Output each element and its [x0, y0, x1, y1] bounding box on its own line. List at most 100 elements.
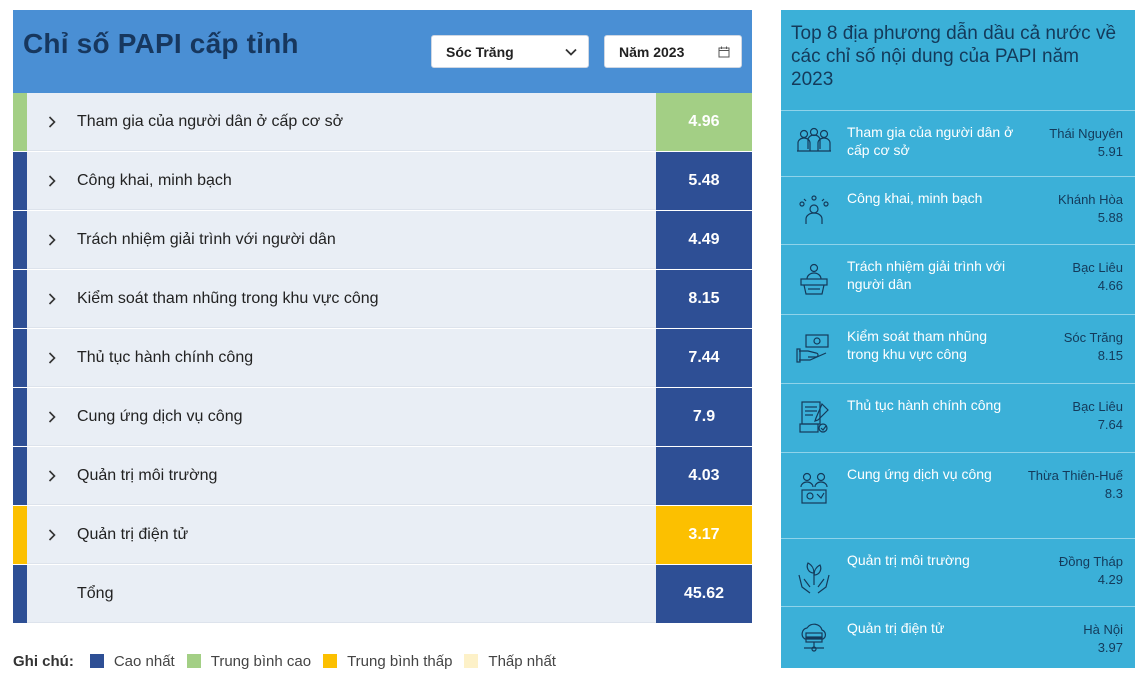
page-title: Chỉ số PAPI cấp tỉnh [23, 28, 299, 59]
top8-item-name: Quản trị điện tử [847, 620, 945, 636]
top8-item-score: 3.97 [1097, 640, 1123, 655]
chevron-right-icon[interactable] [27, 528, 77, 541]
level-stripe [13, 447, 27, 505]
level-stripe [13, 329, 27, 387]
top8-item-province: Đồng Tháp [1058, 554, 1123, 569]
indicator-label: Thủ tục hành chính công [77, 348, 254, 366]
indicator-label: Cung ứng dịch vụ công [77, 407, 243, 425]
indicator-row[interactable]: Quản trị môi trường 4.03 [13, 447, 752, 506]
people-group-icon [781, 111, 847, 176]
top8-item-province: Khánh Hòa [1057, 192, 1123, 207]
service-people-icon [781, 453, 847, 538]
level-stripe [13, 388, 27, 446]
top8-item-score: 4.66 [1097, 278, 1123, 293]
top8-item-name: Công khai, minh bạch [847, 190, 983, 206]
indicator-label: Tham gia của người dân ở cấp cơ sở [77, 112, 344, 130]
top8-item-name: Kiểm soát tham nhũng trong khu vực công [847, 328, 988, 362]
top8-item-province: Sóc Trăng [1063, 330, 1123, 345]
top8-item-score: 4.29 [1097, 572, 1123, 587]
year-picker-value: Năm 2023 [619, 43, 685, 60]
chevron-right-icon[interactable] [27, 233, 77, 246]
chevron-right-icon[interactable] [27, 469, 77, 482]
legend-item-upper-average: Trung bình cao [186, 653, 311, 670]
calendar-icon [717, 45, 731, 59]
legend-item-lowest: Thấp nhất [464, 653, 556, 670]
total-row: Tổng 45.62 [13, 565, 752, 624]
chevron-right-icon[interactable] [27, 115, 77, 128]
top8-item-province: Bạc Liêu [1072, 260, 1123, 275]
top8-item-province: Bạc Liêu [1072, 399, 1123, 414]
top8-item-score: 5.88 [1097, 210, 1123, 225]
indicator-label: Kiểm soát tham nhũng trong khu vực công [77, 289, 379, 307]
indicator-label: Trách nhiệm giải trình với người dân [77, 230, 336, 248]
indicator-score: 5.48 [656, 152, 752, 210]
indicator-table: Tham gia của người dân ở cấp cơ sở 4.96 … [13, 93, 752, 624]
top8-item-score: 8.15 [1097, 348, 1123, 363]
level-stripe [13, 565, 27, 623]
top8-item: Quản trị điện tử Hà Nội 3.97 [781, 607, 1135, 668]
top8-item: Tham gia của người dân ở cấp cơ sở Thái … [781, 111, 1135, 177]
indicator-label: Quản trị điện tử [77, 525, 189, 543]
panel-header: Chỉ số PAPI cấp tỉnh Sóc Trăng Năm 2023 [13, 10, 752, 93]
indicator-row[interactable]: Công khai, minh bạch 5.48 [13, 152, 752, 211]
top8-item: Công khai, minh bạch Khánh Hòa 5.88 [781, 177, 1135, 245]
indicator-row[interactable]: Kiểm soát tham nhũng trong khu vực công … [13, 270, 752, 329]
total-label: Tổng [77, 584, 114, 602]
top8-title: Top 8 địa phương dẫn dầu cả nước về các … [791, 23, 1117, 90]
indicator-score: 4.49 [656, 211, 752, 269]
indicator-score: 3.17 [656, 506, 752, 564]
legend-item-lower-average: Trung bình thấp [323, 653, 452, 670]
indicator-row[interactable]: Quản trị điện tử 3.17 [13, 506, 752, 565]
hand-money-icon [781, 315, 847, 383]
hands-plant-icon [781, 539, 847, 606]
indicator-score: 8.15 [656, 270, 752, 328]
total-score: 45.62 [656, 565, 752, 623]
top8-item: Trách nhiệm giải trình với người dân Bạc… [781, 245, 1135, 315]
chevron-down-icon [564, 45, 578, 59]
top8-item: Kiểm soát tham nhũng trong khu vực công … [781, 315, 1135, 384]
indicator-score: 4.96 [656, 93, 752, 151]
legend-swatch [186, 654, 201, 668]
document-check-icon [781, 384, 847, 452]
indicator-row[interactable]: Tham gia của người dân ở cấp cơ sở 4.96 [13, 93, 752, 152]
indicator-row[interactable]: Thủ tục hành chính công 7.44 [13, 329, 752, 388]
indicator-label: Quản trị môi trường [77, 466, 218, 484]
province-select[interactable]: Sóc Trăng [431, 35, 589, 68]
top8-item-province: Hà Nội [1083, 622, 1123, 637]
top8-item-score: 5.91 [1097, 144, 1123, 159]
legend-swatch [323, 654, 338, 668]
top8-item-province: Thái Nguyên [1049, 126, 1123, 141]
legend-swatch [464, 654, 479, 668]
year-picker[interactable]: Năm 2023 [604, 35, 742, 68]
cloud-server-icon [781, 607, 847, 668]
indicator-label: Công khai, minh bạch [77, 171, 232, 189]
top8-list: Tham gia của người dân ở cấp cơ sở Thái … [781, 110, 1135, 668]
top8-item-name: Cung ứng dịch vụ công [847, 466, 992, 482]
indicator-row[interactable]: Cung ứng dịch vụ công 7.9 [13, 388, 752, 447]
top8-item: Quản trị môi trường Đồng Tháp 4.29 [781, 539, 1135, 607]
top8-item-score: 8.3 [1104, 486, 1123, 501]
top8-item-name: Tham gia của người dân ở cấp cơ sở [847, 124, 1014, 158]
top8-item-name: Quản trị môi trường [847, 552, 970, 568]
indicator-score: 7.9 [656, 388, 752, 446]
speaker-idea-icon [781, 177, 847, 244]
top8-item-name: Thủ tục hành chính công [847, 397, 1002, 413]
top8-panel: Top 8 địa phương dẫn dầu cả nước về các … [781, 10, 1135, 668]
chevron-right-icon[interactable] [27, 292, 77, 305]
chevron-right-icon[interactable] [27, 351, 77, 364]
chevron-right-icon[interactable] [27, 174, 77, 187]
chevron-right-icon[interactable] [27, 410, 77, 423]
podium-speaker-icon [781, 245, 847, 314]
indicator-row[interactable]: Trách nhiệm giải trình với người dân 4.4… [13, 211, 752, 270]
level-stripe [13, 211, 27, 269]
indicator-score: 4.03 [656, 447, 752, 505]
level-stripe [13, 270, 27, 328]
top8-item-province: Thừa Thiên-Huế [1027, 468, 1123, 483]
level-stripe [13, 506, 27, 564]
top8-item: Cung ứng dịch vụ công Thừa Thiên-Huế 8.3 [781, 453, 1135, 539]
top8-item-name: Trách nhiệm giải trình với người dân [847, 258, 1006, 292]
level-stripe [13, 152, 27, 210]
indicator-score: 7.44 [656, 329, 752, 387]
legend-item-highest: Cao nhất [89, 653, 175, 670]
top8-item-score: 7.64 [1097, 417, 1123, 432]
